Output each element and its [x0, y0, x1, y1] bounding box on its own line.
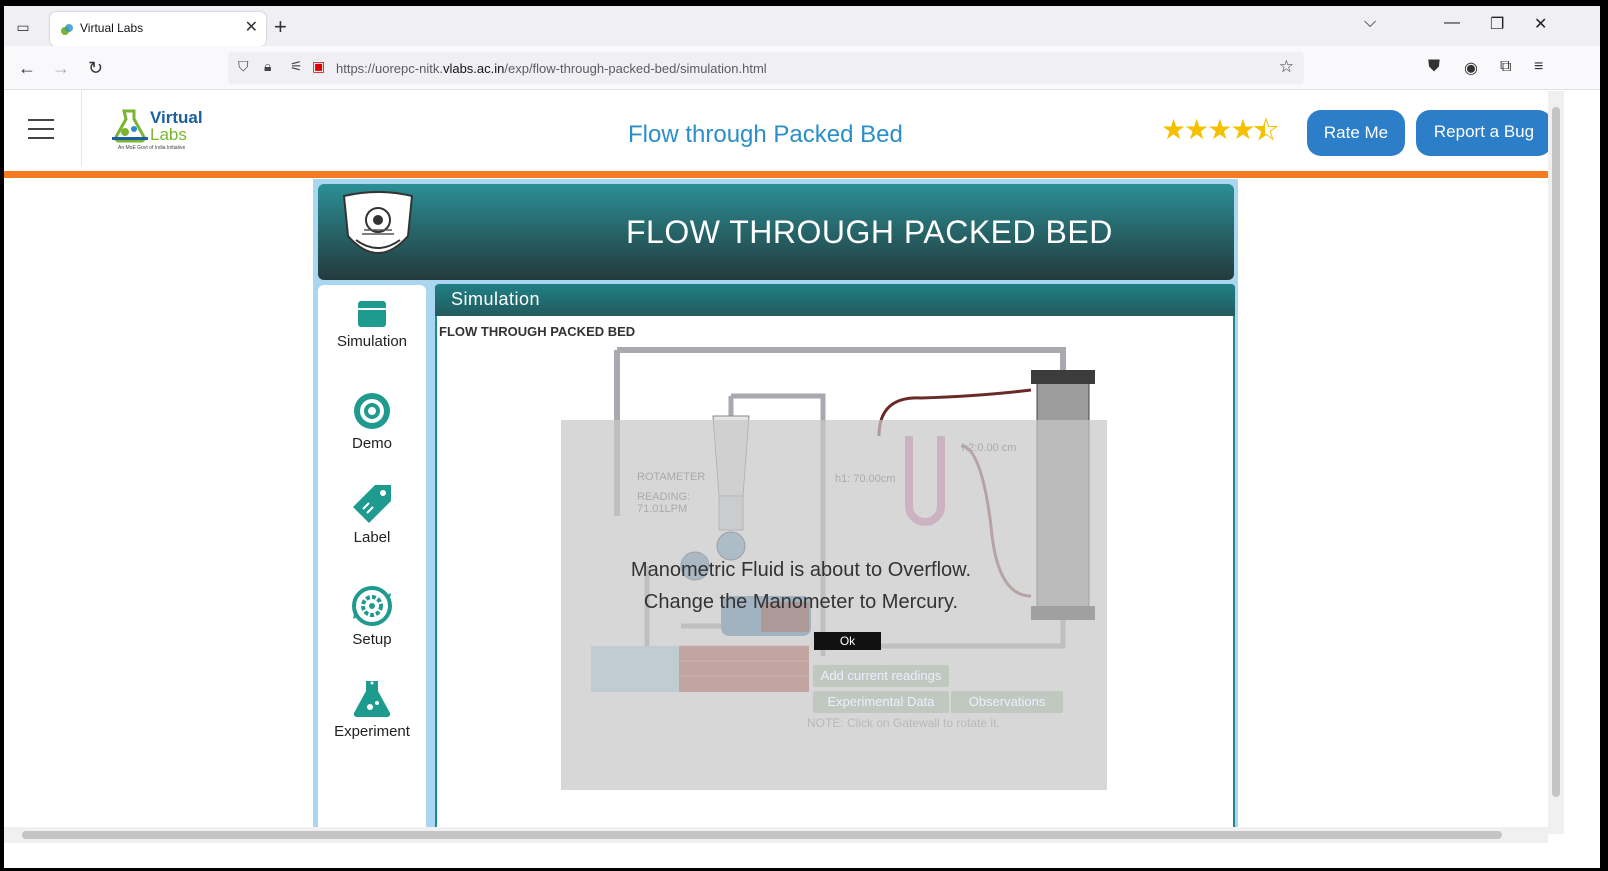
- target-icon: [354, 393, 390, 429]
- simulation-panel: Simulation FLOW THROUGH PACKED BED ROTAM…: [435, 284, 1235, 834]
- close-window-icon[interactable]: ✕: [1534, 14, 1547, 34]
- menu-icon[interactable]: ≡: [1534, 58, 1543, 76]
- experimental-data-button[interactable]: Experimental Data: [813, 691, 949, 713]
- shield-icon[interactable]: ⛉: [238, 58, 249, 75]
- nitk-seal-icon: [342, 191, 414, 254]
- header-divider: [81, 91, 82, 167]
- minimize-icon[interactable]: —: [1444, 14, 1460, 32]
- new-tab-icon[interactable]: +: [274, 14, 287, 40]
- close-tab-icon[interactable]: ✕: [245, 17, 258, 37]
- browser-tab[interactable]: Virtual Labs ✕: [50, 12, 266, 46]
- extensions-icon[interactable]: ⧉: [1500, 58, 1511, 76]
- browser-window: ▭ Virtual Labs ✕ + ⌵ — ❐ ✕ ← → ↻ ⛉ 🔒︎ ⚟ …: [4, 6, 1600, 868]
- experiment-banner: FLOW THROUGH PACKED BED: [318, 184, 1234, 280]
- virtual-labs-favicon-icon: [61, 24, 73, 35]
- half-star-icon: ★: [1253, 114, 1279, 146]
- chevron-down-icon[interactable]: ⌵: [1364, 14, 1376, 32]
- simulation-header: Simulation: [435, 284, 1235, 316]
- report-bug-button[interactable]: Report a Bug: [1416, 110, 1548, 156]
- alert-overlay: ROTAMETER READING: 71.01LPM h1: 70.00cm …: [561, 420, 1107, 790]
- pocket-icon[interactable]: ⛊: [1428, 58, 1440, 76]
- rate-me-button[interactable]: Rate Me: [1307, 110, 1405, 156]
- tab-bar: ▭ Virtual Labs ✕ + ⌵ — ❐ ✕: [4, 6, 1600, 46]
- permissions-icon[interactable]: ⚟: [290, 58, 303, 75]
- gear-icon: [352, 586, 392, 626]
- url-text[interactable]: https://uorepc-nitk.vlabs.ac.in/exp/flow…: [336, 61, 767, 76]
- sidebar: Simulation Demo Label Setup Experiment: [318, 285, 426, 834]
- sidebar-item-setup[interactable]: Setup: [318, 585, 426, 648]
- tab-list-icon[interactable]: ▭: [12, 16, 34, 38]
- bookmark-star-icon[interactable]: ☆: [1279, 57, 1294, 77]
- ok-button[interactable]: Ok: [814, 632, 881, 650]
- tab-title: Virtual Labs: [80, 21, 144, 35]
- hamburger-menu-icon[interactable]: [28, 119, 54, 139]
- sidebar-item-demo[interactable]: Demo: [318, 391, 426, 452]
- star-icon: ★: [1207, 114, 1232, 145]
- forward-icon[interactable]: →: [52, 58, 70, 79]
- sidebar-item-experiment[interactable]: Experiment: [318, 677, 426, 740]
- star-icon: ★: [1230, 114, 1255, 145]
- account-icon[interactable]: ◉: [1464, 58, 1478, 78]
- horizontal-scrollbar[interactable]: [4, 827, 1548, 843]
- star-icon: ★: [1184, 114, 1209, 145]
- alert-message: Manometric Fluid is about to Overflow. C…: [630, 559, 972, 613]
- vertical-scrollbar[interactable]: [1548, 91, 1564, 834]
- observations-button[interactable]: Observations: [951, 691, 1063, 713]
- nav-bar: ← → ↻ ⛉ 🔒︎ ⚟ ▣ https://uorepc-nitk.vlabs…: [4, 46, 1600, 90]
- add-current-readings-button[interactable]: Add current readings: [813, 665, 949, 687]
- virtual-labs-logo[interactable]: Virtual Labs An MoE Govt of India Initia…: [110, 103, 206, 155]
- flask-logo-icon: [112, 109, 148, 143]
- web-page: Virtual Labs An MoE Govt of India Initia…: [4, 91, 1548, 834]
- tag-icon: [353, 485, 391, 523]
- note-text: NOTE: Click on Gatewall to rotate it.: [807, 716, 1000, 730]
- lock-icon[interactable]: 🔒︎: [264, 58, 271, 75]
- reload-icon[interactable]: ↻: [88, 58, 103, 79]
- rating-stars: ★★★★★: [1161, 113, 1279, 146]
- site-header: Virtual Labs An MoE Govt of India Initia…: [4, 91, 1548, 171]
- flask-icon: [353, 681, 391, 718]
- sidebar-item-label[interactable]: Label: [318, 483, 426, 546]
- sidebar-item-simulation[interactable]: Simulation: [318, 299, 426, 350]
- url-bar[interactable]: ⛉ 🔒︎ ⚟ ▣ https://uorepc-nitk.vlabs.ac.in…: [228, 52, 1304, 84]
- autoplay-blocked-icon[interactable]: ▣: [312, 58, 325, 75]
- window-icon: [358, 301, 386, 327]
- back-icon[interactable]: ←: [18, 58, 36, 79]
- star-icon: ★: [1161, 114, 1186, 145]
- experiment-title: FLOW THROUGH PACKED BED: [626, 214, 1113, 250]
- header-stripe: [4, 171, 1548, 178]
- page-title: Flow through Packed Bed: [628, 121, 903, 148]
- experiment-container: FLOW THROUGH PACKED BED Simulation Demo: [313, 179, 1238, 834]
- restore-icon[interactable]: ❐: [1490, 14, 1504, 34]
